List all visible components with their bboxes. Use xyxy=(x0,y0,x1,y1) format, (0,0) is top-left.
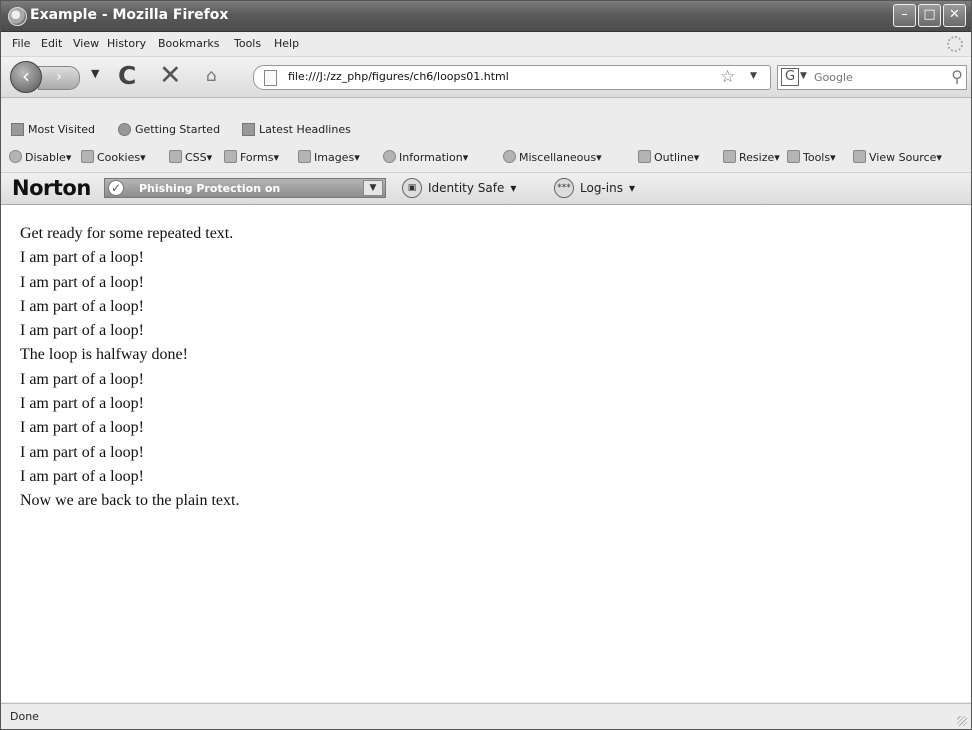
text-line: Now we are back to the plain text. xyxy=(20,492,240,510)
url-dropdown-icon[interactable]: ▼ xyxy=(750,71,757,81)
wd-miscellaneous[interactable]: Miscellaneous▾ xyxy=(503,150,602,164)
chevron-down-icon[interactable]: ▼ xyxy=(363,180,383,196)
bookmark-label: Getting Started xyxy=(135,123,221,136)
menu-file[interactable]: File xyxy=(12,37,30,50)
text-line: Get ready for some repeated text. xyxy=(20,225,234,242)
close-button[interactable]: ✕ xyxy=(943,4,966,27)
navigation-toolbar: › ‹ ▼ C ✕ ⌂ file:///J:/zz_php/figures/ch… xyxy=(1,57,971,98)
browser-window: Example - Mozilla Firefox – □ ✕ File Edi… xyxy=(0,0,972,730)
text-line: The loop is halfway done! xyxy=(20,346,188,364)
firefox-logo-icon xyxy=(8,7,27,26)
search-input[interactable] xyxy=(814,69,934,85)
rss-feed-icon xyxy=(242,123,255,136)
window-controls: – □ ✕ xyxy=(893,4,966,27)
menu-edit[interactable]: Edit xyxy=(41,37,62,50)
logins-button[interactable]: *** Log-ins ▾ xyxy=(554,178,635,198)
menu-tools[interactable]: Tools xyxy=(234,37,261,50)
text-line: I am part of a loop! xyxy=(20,297,144,315)
wd-tools[interactable]: Tools▾ xyxy=(787,150,836,164)
getting-started-icon xyxy=(118,123,131,136)
images-icon xyxy=(298,150,311,163)
tools-wrench-icon xyxy=(787,150,800,163)
phishing-protection-dropdown[interactable]: ✓ Phishing Protection on ▼ xyxy=(104,178,386,198)
url-bar[interactable]: file:///J:/zz_php/figures/ch6/loops01.ht… xyxy=(253,65,771,90)
maximize-button[interactable]: □ xyxy=(918,4,941,27)
wd-view-source[interactable]: View Source▾ xyxy=(853,150,942,164)
bookmark-most-visited[interactable]: Most Visited xyxy=(11,123,95,136)
text-line: I am part of a loop! xyxy=(20,322,144,340)
norton-toolbar: Norton ✓ Phishing Protection on ▼ ▣ Iden… xyxy=(1,173,971,205)
back-forward-group: › ‹ xyxy=(10,61,90,93)
title-bar: Example - Mozilla Firefox – □ ✕ xyxy=(1,1,971,32)
back-button[interactable]: ‹ xyxy=(10,61,42,93)
logins-password-icon: *** xyxy=(554,178,574,198)
wd-resize[interactable]: Resize▾ xyxy=(723,150,780,164)
status-text: Done xyxy=(10,710,39,723)
bookmark-label: Most Visited xyxy=(28,123,95,136)
text-line: I am part of a loop! xyxy=(20,395,144,413)
search-box[interactable]: G ▼ ⚲ xyxy=(777,65,967,90)
cookies-icon xyxy=(81,150,94,163)
view-source-icon xyxy=(853,150,866,163)
throbber-icon xyxy=(947,36,963,52)
forms-icon xyxy=(224,150,237,163)
status-bar: Done xyxy=(1,703,971,729)
page-content: Get ready for some repeated text. I am p… xyxy=(1,204,971,702)
resize-grip-icon[interactable] xyxy=(957,716,967,726)
miscellaneous-icon xyxy=(503,150,516,163)
menu-view[interactable]: View xyxy=(73,37,99,50)
text-line: I am part of a loop! xyxy=(20,419,144,437)
resize-icon xyxy=(723,150,736,163)
phishing-protection-label: Phishing Protection on xyxy=(139,182,281,195)
information-icon xyxy=(383,150,396,163)
bookmark-label: Latest Headlines xyxy=(259,123,351,136)
norton-logo: Norton xyxy=(12,176,91,200)
disable-icon xyxy=(9,150,22,163)
bookmark-latest-headlines[interactable]: Latest Headlines xyxy=(242,123,351,136)
identity-safe-button[interactable]: ▣ Identity Safe ▾ xyxy=(402,178,516,198)
most-visited-icon xyxy=(11,123,24,136)
menu-history[interactable]: History xyxy=(107,37,146,50)
wd-cookies[interactable]: Cookies▾ xyxy=(81,150,146,164)
menu-bookmarks[interactable]: Bookmarks xyxy=(158,37,219,50)
page-icon xyxy=(264,70,277,86)
identity-safe-lock-icon: ▣ xyxy=(402,178,422,198)
wd-information[interactable]: Information▾ xyxy=(383,150,468,164)
chevron-down-icon: ▾ xyxy=(510,181,517,195)
stop-icon[interactable]: ✕ xyxy=(159,60,182,91)
text-line: I am part of a loop! xyxy=(20,249,144,267)
wd-images[interactable]: Images▾ xyxy=(298,150,360,164)
search-icon[interactable]: ⚲ xyxy=(951,67,963,86)
text-line: I am part of a loop! xyxy=(20,467,144,485)
search-engine-dropdown-icon[interactable]: ▼ xyxy=(800,71,807,81)
outline-pencil-icon xyxy=(638,150,651,163)
chevron-down-icon: ▾ xyxy=(628,181,635,195)
minimize-button[interactable]: – xyxy=(893,4,916,27)
text-line: I am part of a loop! xyxy=(20,443,144,461)
reload-icon[interactable]: C xyxy=(118,61,136,90)
window-title: Example - Mozilla Firefox xyxy=(30,7,229,23)
css-icon xyxy=(169,150,182,163)
bookmark-getting-started[interactable]: Getting Started xyxy=(118,123,220,136)
menu-help[interactable]: Help xyxy=(274,37,299,50)
wd-forms[interactable]: Forms▾ xyxy=(224,150,279,164)
checkmark-icon: ✓ xyxy=(108,180,124,196)
wd-disable[interactable]: Disable▾ xyxy=(9,150,71,164)
home-icon[interactable]: ⌂ xyxy=(206,66,217,86)
text-line: I am part of a loop! xyxy=(20,273,144,291)
bookmark-star-icon[interactable]: ☆ xyxy=(720,67,735,87)
web-developer-toolbar: Disable▾ Cookies▾ CSS▾ Forms▾ Images▾ In… xyxy=(1,143,971,173)
bookmarks-toolbar: Most Visited Getting Started Latest Head… xyxy=(1,118,971,144)
url-text[interactable]: file:///J:/zz_php/figures/ch6/loops01.ht… xyxy=(288,70,509,83)
wd-css[interactable]: CSS▾ xyxy=(169,150,212,164)
google-icon[interactable]: G xyxy=(781,68,799,86)
history-dropdown-icon[interactable]: ▼ xyxy=(91,67,99,80)
content-text: Get ready for some repeated text. I am p… xyxy=(20,222,239,514)
wd-outline[interactable]: Outline▾ xyxy=(638,150,699,164)
text-line: I am part of a loop! xyxy=(20,370,144,388)
forward-button[interactable]: › xyxy=(38,66,80,90)
menu-bar: File Edit View History Bookmarks Tools H… xyxy=(1,32,971,57)
